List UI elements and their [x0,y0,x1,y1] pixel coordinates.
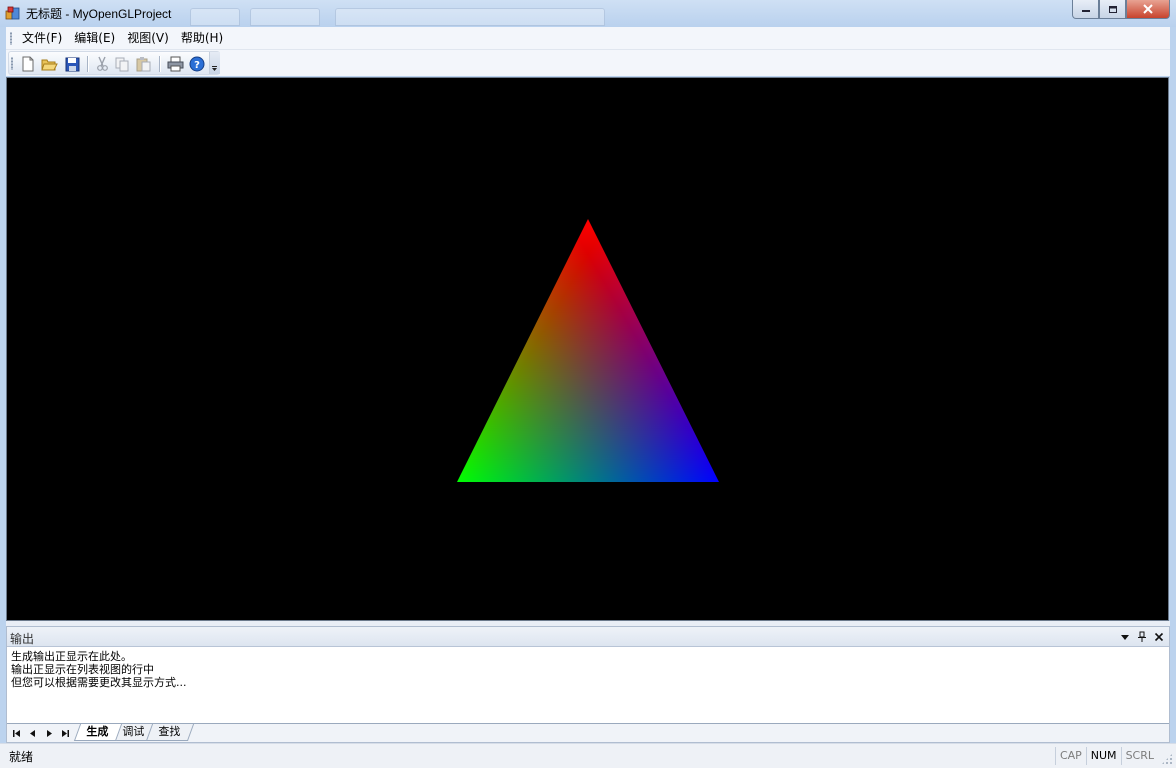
title-bar: 无标题 - MyOpenGLProject [0,0,1176,27]
status-text: 就绪 [9,750,34,764]
pin-icon [1137,631,1146,642]
menu-help[interactable]: 帮助(H) [175,27,229,50]
print-button[interactable] [166,55,184,73]
open-folder-icon [40,59,58,70]
new-file-icon [22,56,34,72]
output-close-button[interactable] [1152,629,1165,644]
output-line: 生成输出正显示在此处。 [11,650,132,663]
open-button[interactable] [40,55,58,73]
triangle-left-icon [29,729,35,737]
menu-view[interactable]: 视图(V) [121,27,175,50]
tab-find[interactable]: 查找 [145,724,195,741]
maximize-icon [1108,5,1117,13]
output-tab-bar: 生成 调试 查找 [7,723,1169,742]
last-tab-button[interactable] [58,727,71,739]
app-icon [5,6,20,20]
first-tab-button[interactable] [10,727,23,739]
toolbar: ? [6,50,1170,76]
minimize-button[interactable] [1072,0,1099,19]
cut-button[interactable] [93,55,111,73]
scroll-lock-indicator: SCRL [1120,747,1158,765]
print-icon [167,56,183,72]
minimize-icon [1081,10,1090,12]
standard-toolstrip: ? [8,51,220,75]
output-line: 但您可以根据需要更改其显示方式... [11,676,187,689]
output-line: 输出正显示在列表视图的行中 [11,663,154,676]
resize-grip[interactable] [1161,753,1173,765]
output-menu-button[interactable] [1118,629,1131,644]
svg-text:?: ? [194,60,200,71]
window-controls [1072,0,1170,19]
maximize-button[interactable] [1099,0,1126,19]
caps-lock-indicator: CAP [1054,747,1086,765]
window-title: 无标题 - MyOpenGLProject [26,7,172,21]
status-bar: 就绪 CAP NUM SCRL [0,743,1176,768]
save-icon [65,57,79,71]
menu-edit[interactable]: 编辑(E) [68,27,121,50]
output-pin-button[interactable] [1135,629,1148,644]
copy-icon [115,57,128,71]
rgb-triangle [457,219,719,482]
tab-label: 查找 [158,725,181,738]
next-tab-button[interactable] [42,727,55,739]
skip-first-icon [12,729,20,737]
tab-label: 生成 [86,725,109,738]
toolbar-grip[interactable] [11,57,13,70]
triangle-down-icon [1120,634,1129,640]
skip-last-icon [61,729,69,737]
about-button[interactable]: ? [188,55,206,73]
close-button[interactable] [1126,0,1170,19]
output-title: 输出 [10,632,35,646]
chevron-down-icon [212,66,217,71]
prev-tab-button[interactable] [26,727,39,739]
opengl-view[interactable] [6,77,1169,621]
close-icon [1154,632,1163,641]
paste-icon [136,57,151,72]
close-icon [1143,4,1153,14]
output-text[interactable]: 生成输出正显示在此处。 输出正显示在列表视图的行中 但您可以根据需要更改其显示方… [11,650,187,689]
copy-button[interactable] [113,55,131,73]
tab-build[interactable]: 生成 [73,724,123,741]
new-button[interactable] [19,55,37,73]
save-button[interactable] [63,55,81,73]
menu-bar: 文件(F) 编辑(E) 视图(V) 帮助(H) [6,27,1170,50]
background-taskbar-tabs [190,8,910,26]
output-pane: 输出 生成输出正显示在此处。 输出正显示在列表视图的行中 但您可以根据需要更改其… [6,626,1170,743]
paste-button[interactable] [135,55,153,73]
help-icon: ? [189,56,205,72]
menu-file[interactable]: 文件(F) [16,27,68,50]
tab-label: 调试 [122,725,145,738]
menu-grip[interactable] [10,32,12,45]
triangle-right-icon [46,729,52,737]
output-header: 输出 [7,627,1169,647]
toolbar-overflow-button[interactable] [209,52,220,74]
num-lock-indicator: NUM [1085,747,1121,765]
cut-icon [97,56,108,71]
